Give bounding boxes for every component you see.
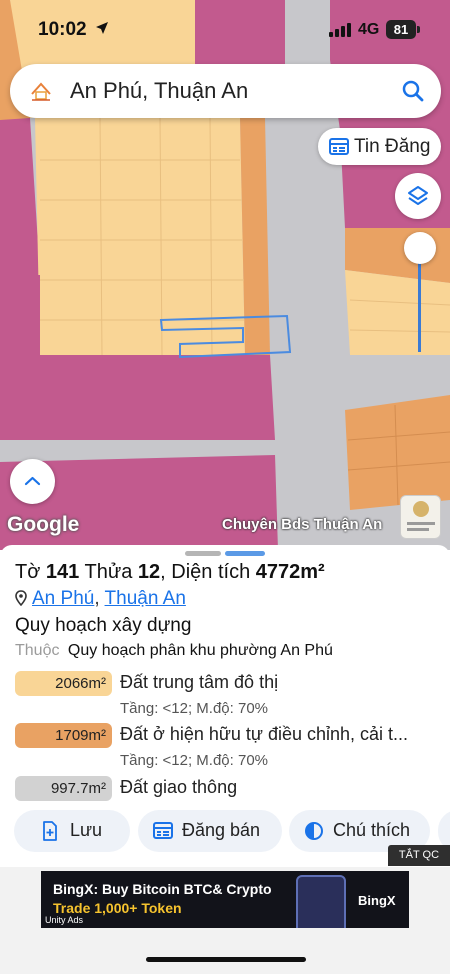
ad-headline: BingX: Buy Bitcoin BTC& Crypto [53, 881, 272, 897]
section-title: Quy hoạch xây dựng [15, 615, 192, 636]
google-logo: Google [7, 513, 80, 536]
sheet-handle[interactable] [185, 551, 221, 556]
area-value: 4772m² [255, 561, 325, 583]
layers-icon [408, 186, 428, 205]
belongs-label: Thuộc [15, 642, 60, 659]
listings-label: Tin Đăng [354, 136, 431, 157]
zone-area-badge: 997.7m² [15, 776, 112, 801]
post-sale-button[interactable]: Đăng bán [138, 810, 282, 852]
close-ad-button[interactable]: TẮT QC [388, 845, 450, 866]
app-logo-icon [29, 80, 53, 102]
district-link[interactable]: Thuận An [105, 588, 186, 609]
zone-row[interactable]: 1709m² Đất ở hiện hữu tự điều chỉnh, cải… [15, 723, 435, 769]
battery-icon: 81 [386, 20, 416, 39]
location-row: An Phú, Thuận An [15, 588, 186, 612]
sheet-label: Tờ [15, 561, 41, 583]
layers-button[interactable] [395, 173, 441, 219]
ad-network: Unity Ads [45, 915, 84, 925]
ad-subline: Trade 1,000+ Token [53, 900, 182, 916]
zone-meta: Tầng: <12; M.độ: 70% [120, 752, 269, 769]
location-separator: , [94, 588, 100, 609]
zone-row[interactable]: 2066m² Đất trung tâm đô thị Tầng: <12; M… [15, 671, 435, 717]
watermark-avatar[interactable] [400, 495, 441, 539]
network-type: 4G [358, 21, 380, 38]
ad-banner[interactable]: BingX: Buy Bitcoin BTC& Crypto Trade 1,0… [41, 871, 409, 928]
status-bar: 10:02 4G 81 [0, 0, 450, 58]
save-label: Lưu [70, 820, 103, 840]
map-watermark: Chuyên Bds Thuận An [222, 516, 383, 533]
bookmark-plus-icon [42, 821, 58, 846]
zone-yellow-main [35, 118, 245, 355]
area-label: Diện tích [171, 561, 251, 583]
parcel-title: Tờ 141 Thửa 12, Diện tích 4772m² [15, 561, 325, 583]
opacity-slider-thumb[interactable] [404, 232, 436, 264]
zone-name: Đất ở hiện hữu tự điều chỉnh, cải t... [120, 724, 409, 744]
battery-tip [417, 26, 420, 33]
ad-phone-image [296, 875, 346, 928]
ad-brand: BingX [358, 893, 396, 908]
listings-button[interactable]: Tin Đăng [318, 128, 441, 165]
chevron-up-icon [24, 476, 41, 486]
zone-meta: Tầng: <12; M.độ: 70% [120, 700, 269, 717]
ward-link[interactable]: An Phú [32, 588, 94, 609]
parcel-info-sheet: Tờ 141 Thửa 12, Diện tích 4772m² An Phú,… [0, 545, 450, 867]
location-pin-icon [15, 590, 27, 612]
search-icon[interactable] [401, 79, 425, 108]
zone-name: Đất trung tâm đô thị [120, 672, 279, 692]
belongs-row: Thuộc Quy hoạch phân khu phường An Phú [15, 642, 333, 660]
search-bar[interactable]: An Phú, Thuận An [10, 64, 441, 118]
zone-yellow-right [345, 270, 450, 355]
half-circle-icon [304, 821, 324, 846]
calendar-list-icon [329, 137, 349, 160]
legend-label: Chú thích [333, 820, 411, 840]
belongs-value[interactable]: Quy hoạch phân khu phường An Phú [68, 642, 333, 659]
zone-row[interactable]: 997.7m² Đất giao thông [15, 776, 435, 804]
home-indicator[interactable] [146, 957, 306, 962]
action-bar: Lưu Đăng bán Chú thích [0, 810, 450, 854]
calendar-list-icon [153, 821, 173, 844]
app-screen: 10:02 4G 81 An Phú, Thuận An Tin Đăng Go… [0, 0, 450, 974]
signal-icon [329, 23, 351, 42]
zone-area-badge: 1709m² [15, 723, 112, 748]
save-button[interactable]: Lưu [14, 810, 130, 852]
expand-up-button[interactable] [10, 459, 55, 504]
sheet-handle-active[interactable] [225, 551, 265, 556]
zone-name: Đất giao thông [120, 777, 238, 797]
location-arrow-icon [95, 21, 109, 40]
sheet-number: 141 [45, 561, 80, 583]
post-sale-label: Đăng bán [182, 820, 261, 840]
search-input[interactable]: An Phú, Thuận An [70, 78, 248, 104]
plot-number: 12 [137, 561, 161, 583]
zone-area-badge: 2066m² [15, 671, 112, 696]
plot-label: Thửa [84, 561, 133, 583]
clock: 10:02 [38, 19, 87, 40]
zone-orange-strip [240, 118, 270, 355]
